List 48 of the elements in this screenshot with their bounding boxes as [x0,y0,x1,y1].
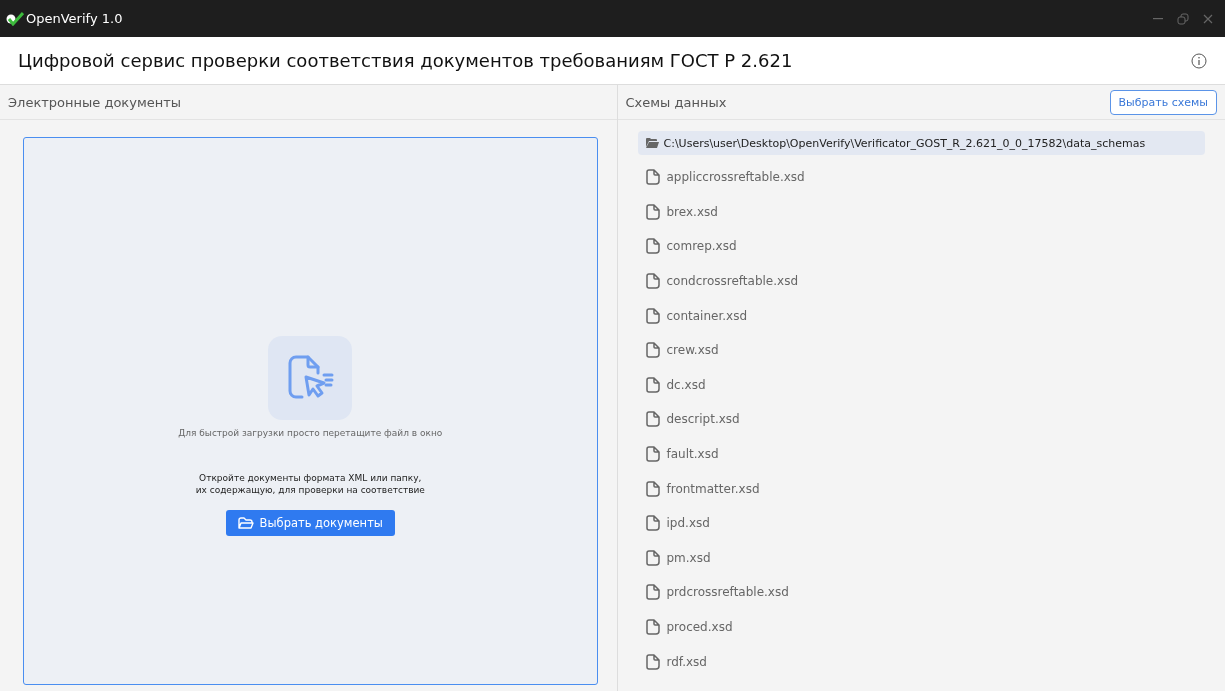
file-icon [645,238,660,255]
file-name[interactable]: fault.xsd [666,447,719,462]
file-name[interactable]: comrep.xsd [666,239,737,254]
app-title: Цифровой сервис проверки соответствия документов требованиям ГОСТ Р 2.621 [18,50,793,71]
drop-zone[interactable]: Для быстрой загрузки просто перетащите файл в окно Откройте документы формата XML или папку, их содержащую, для проверки на соответствие Выбрать документы [23,137,598,685]
folder-icon [645,138,659,148]
folder-path: C:\Users\user\Desktop\OpenVerify\Verificator_GOST_R_2.621_0_0_17582\data_schemas [663,136,1146,150]
file-name[interactable]: frontmatter.xsd [666,481,760,496]
folder-icon [237,516,254,530]
file-name[interactable]: ipd.xsd [666,516,710,531]
file-name[interactable]: proced.xsd [666,620,733,634]
file-icon [645,307,660,324]
file-icon [645,342,660,359]
file-icon [645,169,660,186]
folder-path-row[interactable]: C:\Users\user\Desktop\OpenVerify\Verificator_GOST_R_2.621_0_0_17582\data_schemas [637,131,1205,155]
instructions-text: Откройте документы формата XML или папку, их содержащую, для проверки на соответствие [195,471,425,497]
file-name[interactable]: condcrossreftable.xsd [666,274,799,289]
file-icon [645,273,660,290]
minimize-icon[interactable] [1153,17,1163,20]
file-name[interactable]: rdf.xsd [666,654,707,669]
file-icon [645,584,660,601]
file-icon [645,515,660,532]
choose-documents-button[interactable]: Выбрать документы [225,510,395,537]
file-name[interactable]: appliccrossreftable.xsd [666,170,805,185]
panel-heading: Электронные документы [8,94,182,110]
file-name[interactable]: dc.xsd [666,377,706,392]
file-icon [645,203,660,220]
file-name[interactable]: container.xsd [666,308,748,323]
drop-hint: Для быстрой загрузки просто перетащите файл в окно [178,427,443,438]
check-logo-icon [6,11,24,26]
file-icon [645,480,660,497]
file-icon [645,376,660,393]
file-name[interactable]: crew.xsd [666,343,719,358]
file-icon [645,619,660,635]
file-icon [645,549,660,566]
file-icon [645,446,660,463]
file-icon [645,653,660,670]
file-icon [645,411,660,428]
close-icon[interactable] [1203,13,1213,24]
file-name[interactable]: descript.xsd [666,412,740,427]
info-icon[interactable] [1191,52,1207,69]
file-name[interactable]: pm.xsd [666,550,711,565]
panel-heading: Схемы данных [625,94,727,110]
file-name[interactable]: brex.xsd [666,204,718,219]
window-title: OpenVerify 1.0 [26,11,123,26]
choose-schemas-button[interactable]: Выбрать схемы [1109,89,1217,115]
file-name[interactable]: prdcrossreftable.xsd [666,585,789,600]
restore-icon[interactable] [1177,12,1189,25]
